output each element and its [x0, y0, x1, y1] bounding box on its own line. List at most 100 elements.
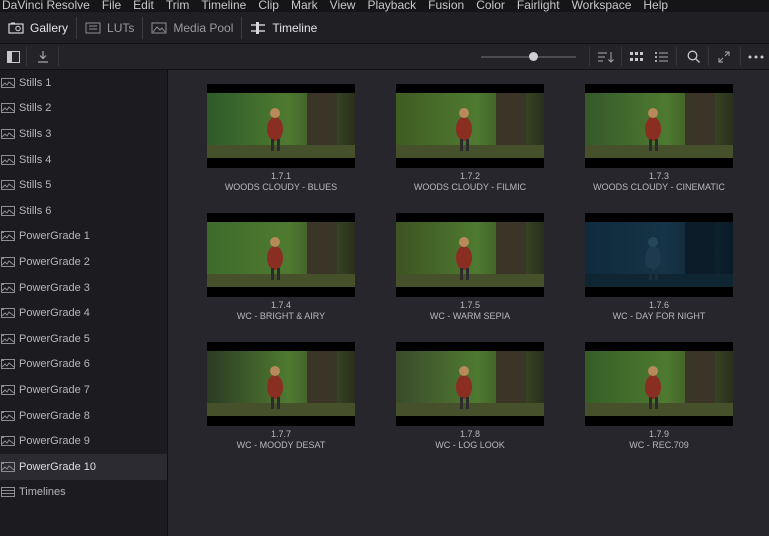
gallery-toolbar — [0, 44, 769, 70]
still-id: 1.7.3 — [648, 171, 670, 181]
album-label: Stills 2 — [19, 102, 52, 115]
album-item[interactable]: PowerGrade 9 — [0, 428, 167, 454]
album-item[interactable]: Timelines — [0, 480, 167, 506]
menu-item[interactable]: Workspace — [572, 0, 632, 11]
album-label: PowerGrade 10 — [19, 460, 97, 473]
powergrade-icon — [1, 333, 15, 344]
still-id: 1.7.8 — [459, 429, 481, 439]
download-icon — [38, 50, 48, 63]
still-image — [207, 93, 355, 158]
album-item[interactable]: PowerGrade 8 — [0, 403, 167, 429]
album-item[interactable]: Stills 6 — [0, 198, 167, 224]
still-thumbnail[interactable] — [207, 84, 355, 168]
album-item[interactable]: Stills 4 — [0, 147, 167, 173]
stills-icon — [1, 128, 15, 139]
album-item[interactable]: PowerGrade 7 — [0, 377, 167, 403]
still-name: WC - MOODY DESAT — [236, 440, 326, 450]
stills-grid: 1.7.1 WOODS CLOUDY - BLUES 1.7.2 WOODS CLOU… — [168, 70, 769, 536]
still-thumbnail[interactable] — [207, 342, 355, 426]
still-name: WOODS CLOUDY - FILMIC — [413, 182, 527, 192]
more-options-button[interactable] — [744, 44, 768, 69]
still-thumbnail[interactable] — [585, 84, 733, 168]
still-thumbnail[interactable] — [585, 342, 733, 426]
still-image — [396, 351, 544, 416]
still-card[interactable]: 1.7.4 WC - BRIGHT & AIRY — [207, 213, 355, 322]
still-card[interactable]: 1.7.7 WC - MOODY DESAT — [207, 342, 355, 451]
timeline-icon — [251, 21, 266, 34]
still-image — [585, 222, 733, 287]
album-item[interactable]: PowerGrade 1 — [0, 224, 167, 250]
album-item[interactable]: PowerGrade 5 — [0, 326, 167, 352]
menu-item[interactable]: Trim — [166, 0, 190, 11]
menu-item[interactable]: Timeline — [201, 0, 246, 11]
album-item[interactable]: Stills 2 — [0, 96, 167, 122]
menu-item[interactable]: Fairlight — [517, 0, 560, 11]
sort-icon — [598, 51, 614, 63]
menu-item[interactable]: Help — [643, 0, 668, 11]
album-label: Stills 4 — [19, 153, 52, 166]
menu-item[interactable]: Mark — [291, 0, 318, 11]
menu-item[interactable]: Playback — [367, 0, 416, 11]
menu-item[interactable]: Clip — [258, 0, 279, 11]
still-image — [585, 93, 733, 158]
menu-item[interactable]: File — [102, 0, 121, 11]
powergrade-icon — [1, 359, 15, 370]
timeline-tab[interactable]: Timeline — [242, 12, 325, 43]
still-thumbnail[interactable] — [207, 213, 355, 297]
sidebar-toggle-button[interactable] — [0, 44, 26, 69]
still-image — [207, 351, 355, 416]
luts-tab[interactable]: LUTs — [77, 12, 142, 43]
still-image — [396, 222, 544, 287]
album-item[interactable]: PowerGrade 4 — [0, 300, 167, 326]
gallery-tab[interactable]: Gallery — [0, 12, 76, 43]
still-name: WOODS CLOUDY - BLUES — [224, 182, 338, 192]
powergrade-icon — [1, 384, 15, 395]
menu-item[interactable]: Fusion — [428, 0, 464, 11]
menu-item[interactable]: Edit — [133, 0, 154, 11]
grid-view-button[interactable] — [626, 44, 648, 69]
search-button[interactable] — [681, 44, 705, 69]
sort-button[interactable] — [594, 44, 618, 69]
album-item[interactable]: PowerGrade 10 — [0, 453, 167, 480]
media-pool-tab[interactable]: Media Pool — [143, 12, 241, 43]
still-thumbnail[interactable] — [585, 213, 733, 297]
album-item[interactable]: Stills 3 — [0, 121, 167, 147]
album-label: PowerGrade 9 — [19, 435, 90, 448]
still-card[interactable]: 1.7.2 WOODS CLOUDY - FILMIC — [396, 84, 544, 193]
album-item[interactable]: PowerGrade 3 — [0, 275, 167, 301]
album-item[interactable]: Stills 5 — [0, 172, 167, 198]
still-thumbnail[interactable] — [396, 342, 544, 426]
stills-icon — [1, 154, 15, 165]
powergrade-icon — [1, 308, 15, 319]
album-item[interactable]: PowerGrade 2 — [0, 249, 167, 275]
stills-icon — [1, 205, 15, 216]
album-sidebar: Stills 1 Stills 2 Stills 3 Stills 4 Stills 5… — [0, 70, 168, 536]
menu-bar: DaVinci Resolve File Edit Trim Timeline Clip M… — [0, 0, 769, 12]
menu-item[interactable]: View — [330, 0, 356, 11]
album-item[interactable]: PowerGrade 6 — [0, 352, 167, 378]
still-name: WC - DAY FOR NIGHT — [612, 311, 706, 321]
still-card[interactable]: 1.7.1 WOODS CLOUDY - BLUES — [207, 84, 355, 193]
menu-item[interactable]: Color — [476, 0, 505, 11]
still-card[interactable]: 1.7.3 WOODS CLOUDY - CINEMATIC — [585, 84, 733, 193]
import-button[interactable] — [29, 44, 57, 69]
still-card[interactable]: 1.7.8 WC - LOG LOOK — [396, 342, 544, 451]
toolbar-divider — [589, 47, 590, 66]
album-label: PowerGrade 6 — [19, 358, 90, 371]
still-id: 1.7.4 — [270, 300, 292, 310]
still-card[interactable]: 1.7.9 WC - REC.709 — [585, 342, 733, 451]
album-item[interactable]: Stills 1 — [0, 70, 167, 96]
still-thumbnail[interactable] — [396, 84, 544, 168]
thumbnail-zoom-slider-knob[interactable] — [528, 52, 538, 61]
still-card[interactable]: 1.7.6 WC - DAY FOR NIGHT — [585, 213, 733, 322]
powergrade-icon — [1, 231, 15, 242]
still-name: WC - REC.709 — [629, 440, 689, 450]
more-icon — [748, 55, 764, 58]
expand-button[interactable] — [712, 44, 736, 69]
toolbar-divider — [58, 47, 59, 66]
app-menu[interactable]: DaVinci Resolve — [2, 0, 90, 11]
still-card[interactable]: 1.7.5 WC - WARM SEPIA — [396, 213, 544, 322]
list-view-button[interactable] — [650, 44, 672, 69]
still-thumbnail[interactable] — [396, 213, 544, 297]
album-label: Stills 5 — [19, 179, 52, 192]
